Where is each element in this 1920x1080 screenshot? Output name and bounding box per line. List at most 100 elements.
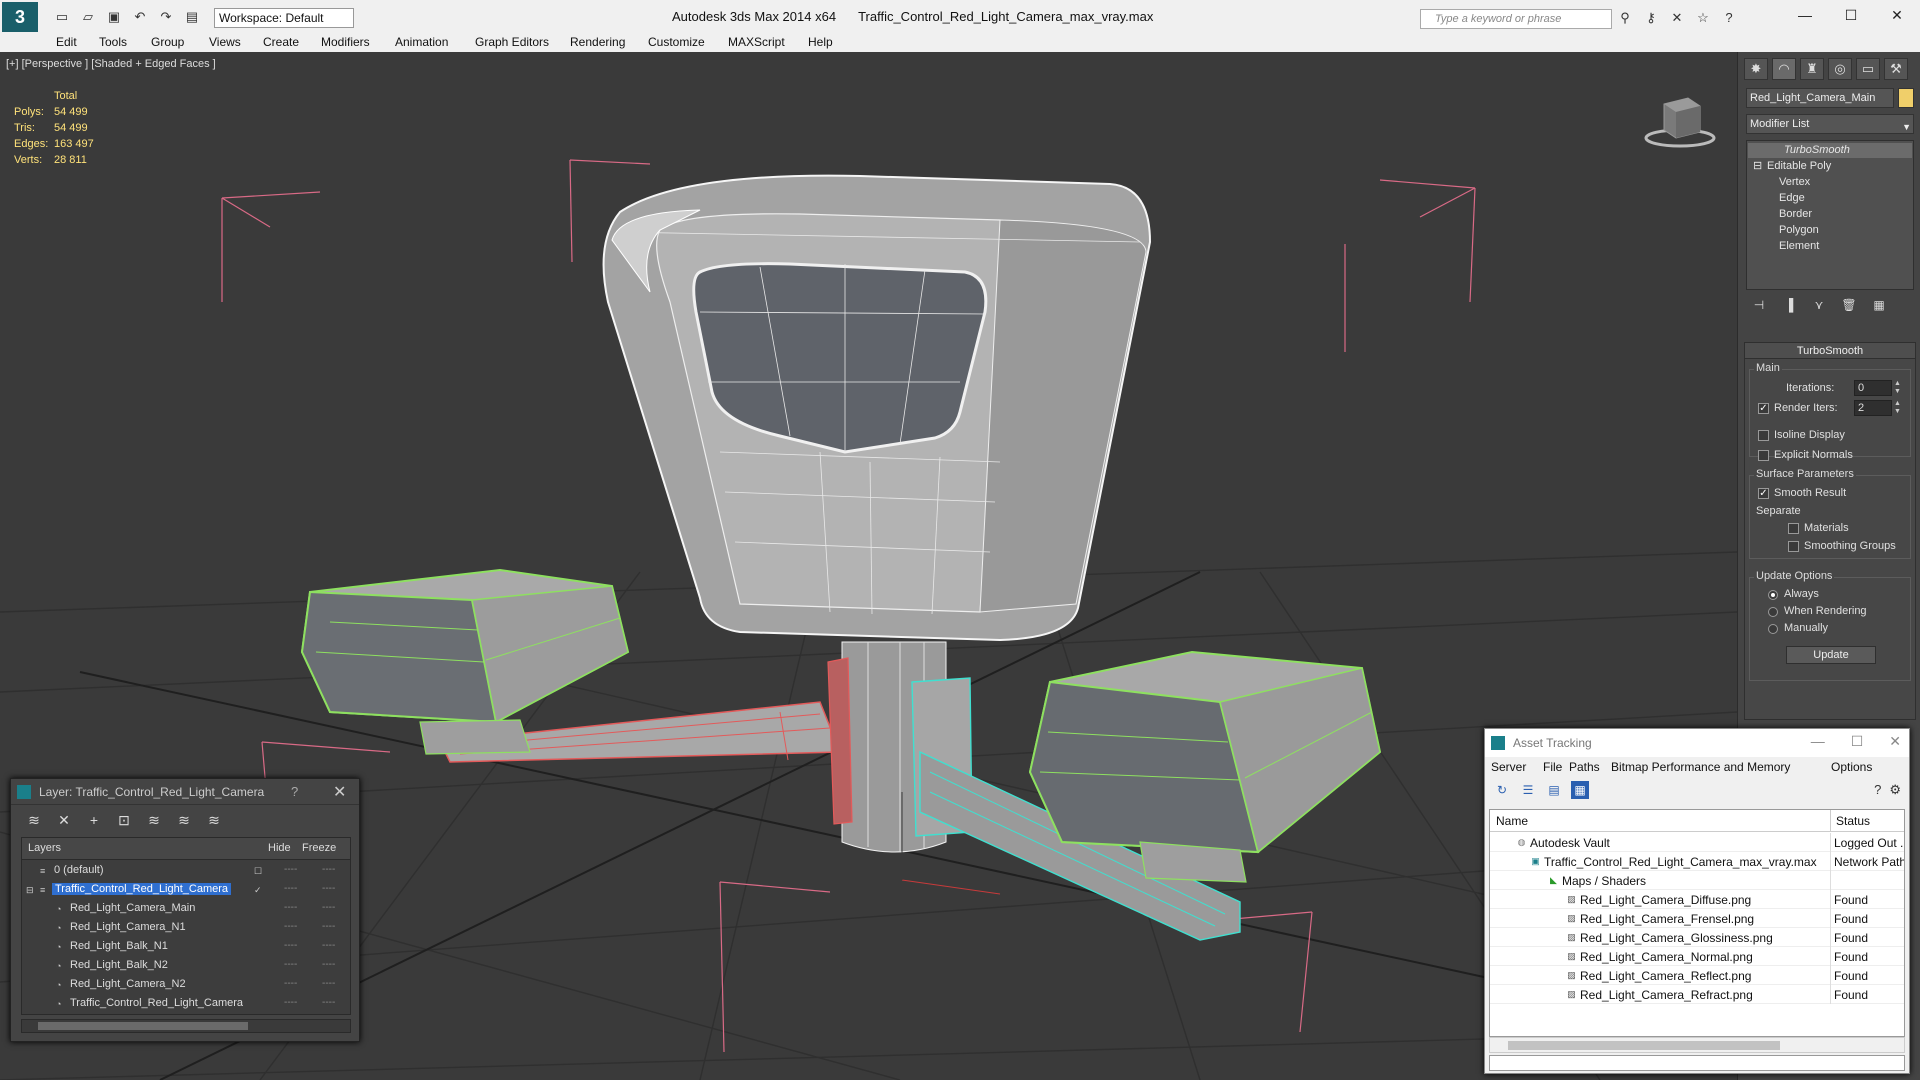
layer-row[interactable]: ◔ Traffic_Control_Red_Light_Camera ---- … <box>22 995 350 1014</box>
close-icon[interactable]: ✕ <box>1874 0 1920 30</box>
viewcube-icon[interactable] <box>1642 90 1718 154</box>
table-view-icon[interactable]: ▦ <box>1571 781 1589 799</box>
menu-tools[interactable]: Tools <box>99 35 127 49</box>
hide-toggle[interactable]: ---- <box>284 883 297 894</box>
utilities-tab-icon[interactable]: ⚒ <box>1884 58 1908 80</box>
spinner-arrows-icon[interactable]: ▲ ▼ <box>1894 400 1902 416</box>
freeze-toggle[interactable]: ---- <box>322 997 335 1008</box>
layer-row[interactable]: ◔ Red_Light_Camera_Main ---- ---- <box>22 900 350 919</box>
asset-row[interactable]: ▨ Red_Light_Camera_Normal.png Found <box>1490 947 1904 966</box>
redo-icon[interactable]: ↷ <box>158 9 174 25</box>
stack-item-editable-poly[interactable]: Editable Poly <box>1767 159 1831 174</box>
asset-row[interactable]: ▣ Traffic_Control_Red_Light_Camera_max_v… <box>1490 852 1904 871</box>
menu-graph-editors[interactable]: Graph Editors <box>475 35 549 49</box>
exchange-icon[interactable]: ✕ <box>1668 10 1686 26</box>
rollout-header[interactable]: TurboSmooth <box>1745 343 1915 359</box>
explicit-normals-checkbox[interactable] <box>1758 450 1769 461</box>
maximize-icon[interactable]: ☐ <box>1828 0 1874 30</box>
asset-row[interactable]: ◣ Maps / Shaders <box>1490 871 1904 890</box>
hide-toggle[interactable]: ---- <box>284 978 297 989</box>
menu-server[interactable]: Server <box>1491 760 1526 774</box>
refresh-icon[interactable]: ↻ <box>1493 781 1511 799</box>
menu-bitmap-performance[interactable]: Bitmap Performance and Memory <box>1611 760 1790 774</box>
collapse-icon[interactable]: ⊟ <box>26 885 36 895</box>
asset-row[interactable]: ▨ Red_Light_Camera_Glossiness.png Found <box>1490 928 1904 947</box>
freeze-toggle[interactable]: ---- <box>322 902 335 913</box>
render-iters-spinner[interactable]: 2 <box>1854 400 1892 416</box>
object-color-swatch[interactable] <box>1898 88 1914 108</box>
smoothing-groups-checkbox[interactable] <box>1788 541 1799 552</box>
menu-modifiers[interactable]: Modifiers <box>321 35 370 49</box>
horizontal-scrollbar[interactable] <box>1489 1037 1905 1053</box>
menu-file[interactable]: File <box>1543 760 1562 774</box>
menu-create[interactable]: Create <box>263 35 299 49</box>
menu-maxscript[interactable]: MAXScript <box>728 35 785 49</box>
column-name[interactable]: Name <box>1496 814 1528 828</box>
layer-row[interactable]: ◔ Red_Light_Balk_N1 ---- ---- <box>22 938 350 957</box>
freeze-toggle[interactable]: ---- <box>322 940 335 951</box>
layer-row[interactable]: ◔ Red_Light_Balk_N2 ---- ---- <box>22 957 350 976</box>
modify-tab-icon[interactable]: ◠ <box>1772 58 1796 80</box>
asset-window-titlebar[interactable]: Asset Tracking — ☐ ✕ <box>1485 729 1909 757</box>
modifier-list-dropdown[interactable]: Modifier List ▼ <box>1746 114 1914 134</box>
column-hide[interactable]: Hide <box>268 842 291 854</box>
update-button[interactable]: Update <box>1786 646 1876 664</box>
hide-toggle[interactable]: ---- <box>284 997 297 1008</box>
asset-row[interactable]: ▨ Red_Light_Camera_Diffuse.png Found <box>1490 890 1904 909</box>
render-iters-checkbox[interactable]: ✓ <box>1758 403 1769 414</box>
help-icon[interactable]: ? <box>1720 10 1738 26</box>
hide-all-icon[interactable]: ≋ <box>175 811 193 829</box>
add-to-layer-icon[interactable]: + <box>85 811 103 829</box>
open-file-icon[interactable]: ▱ <box>80 9 96 25</box>
save-file-icon[interactable]: ▣ <box>106 9 122 25</box>
close-icon[interactable]: ✕ <box>1889 733 1901 750</box>
select-objects-icon[interactable]: ⊡ <box>115 811 133 829</box>
key-icon[interactable]: ⚷ <box>1642 10 1660 26</box>
stack-subobject-polygon[interactable]: Polygon <box>1779 223 1819 238</box>
layer-row[interactable]: ◔ Red_Light_Camera_N2 ---- ---- <box>22 976 350 995</box>
checkmark-icon[interactable]: ✓ <box>254 885 264 895</box>
collapse-icon[interactable]: ⊟ <box>1753 159 1762 174</box>
freeze-toggle[interactable]: ---- <box>322 978 335 989</box>
minimize-icon[interactable]: — <box>1782 0 1828 30</box>
menu-group[interactable]: Group <box>151 35 184 49</box>
pin-stack-icon[interactable]: ⊣ <box>1748 296 1770 314</box>
asset-row[interactable]: ▨ Red_Light_Camera_Frensel.png Found <box>1490 909 1904 928</box>
hide-toggle[interactable]: ---- <box>284 940 297 951</box>
column-freeze[interactable]: Freeze <box>302 842 336 854</box>
column-status[interactable]: Status <box>1836 814 1870 828</box>
display-tab-icon[interactable]: ▭ <box>1856 58 1880 80</box>
layer-row[interactable]: ≡ 0 (default) ☐ ---- ---- <box>22 862 350 881</box>
show-end-result-icon[interactable]: ▐ <box>1778 296 1800 314</box>
hide-toggle[interactable]: ---- <box>284 864 297 875</box>
layer-row[interactable]: ◔ Red_Light_Camera_N1 ---- ---- <box>22 919 350 938</box>
maximize-icon[interactable]: ☐ <box>1851 733 1864 750</box>
freeze-toggle[interactable]: ---- <box>322 921 335 932</box>
configure-sets-icon[interactable]: ▦ <box>1868 296 1890 314</box>
workspace-dropdown[interactable]: Workspace: Default <box>214 8 354 28</box>
menu-views[interactable]: Views <box>209 35 241 49</box>
help-icon[interactable]: ? <box>1874 782 1881 798</box>
iterations-spinner[interactable]: 0 <box>1854 380 1892 396</box>
layer-window-titlebar[interactable]: Layer: Traffic_Control_Red_Light_Camera … <box>11 779 359 805</box>
highlight-layer-icon[interactable]: ≋ <box>145 811 163 829</box>
motion-tab-icon[interactable]: ◎ <box>1828 58 1852 80</box>
active-layer-box-icon[interactable]: ☐ <box>254 866 264 876</box>
project-folder-icon[interactable]: ▤ <box>184 9 200 25</box>
viewport-label[interactable]: [+] [Perspective ] [Shaded + Edged Faces… <box>6 58 216 70</box>
freeze-toggle[interactable]: ---- <box>322 883 335 894</box>
search-input[interactable]: Type a keyword or phrase <box>1420 9 1612 29</box>
stack-subobject-vertex[interactable]: Vertex <box>1779 175 1810 190</box>
create-layer-icon[interactable]: ≋ <box>25 811 43 829</box>
detail-view-icon[interactable]: ▤ <box>1545 781 1563 799</box>
isoline-display-checkbox[interactable] <box>1758 430 1769 441</box>
hide-toggle[interactable]: ---- <box>284 902 297 913</box>
favorites-star-icon[interactable]: ☆ <box>1694 10 1712 26</box>
column-layers[interactable]: Layers <box>28 842 61 854</box>
scrollbar-thumb[interactable] <box>38 1022 248 1030</box>
remove-modifier-icon[interactable]: 🗑 <box>1838 296 1860 314</box>
menu-options[interactable]: Options <box>1831 760 1872 774</box>
stack-subobject-edge[interactable]: Edge <box>1779 191 1805 206</box>
make-unique-icon[interactable]: ⋎ <box>1808 296 1830 314</box>
freeze-all-icon[interactable]: ≋ <box>205 811 223 829</box>
